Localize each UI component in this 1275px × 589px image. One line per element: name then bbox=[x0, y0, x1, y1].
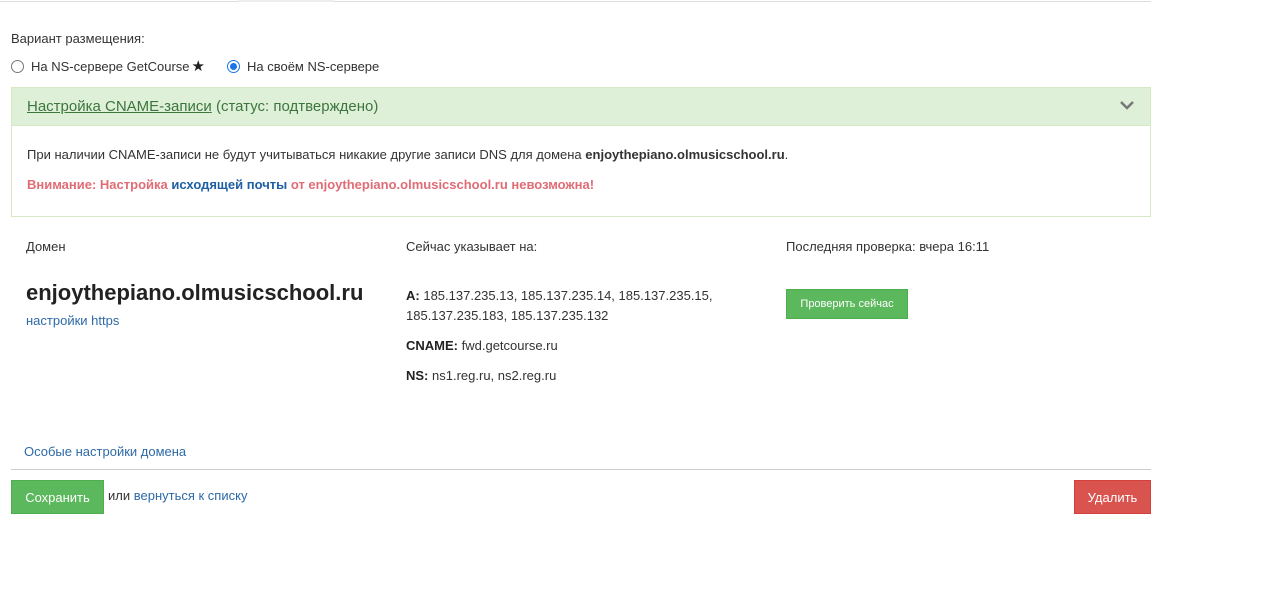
cname-panel-header[interactable]: Настройка CNAME-записи (статус: подтверж… bbox=[12, 88, 1150, 126]
footer-divider bbox=[11, 469, 1151, 470]
dns-ns-value: ns1.reg.ru, ns2.reg.ru bbox=[432, 368, 557, 383]
radio-own-ns[interactable] bbox=[226, 59, 240, 73]
back-to-list-text: или вернуться к списку bbox=[108, 488, 247, 503]
star-icon: ★ bbox=[191, 58, 205, 75]
radio-own-label[interactable]: На своём NS-сервере bbox=[247, 59, 379, 74]
mail-warning-suffix: от enjoythepiano.olmusicschool.ru невозм… bbox=[287, 177, 595, 192]
cname-panel: Настройка CNAME-записи (статус: подтверж… bbox=[11, 87, 1151, 217]
or-text: или bbox=[108, 488, 134, 503]
mail-warning-prefix: Внимание: Настройка bbox=[27, 177, 172, 192]
dns-ns-record: NS: ns1.reg.ru, ns2.reg.ru bbox=[406, 366, 736, 386]
delete-button[interactable]: Удалить bbox=[1074, 480, 1151, 514]
dns-a-value: 185.137.235.13, 185.137.235.14, 185.137.… bbox=[406, 288, 713, 323]
dns-ns-label: NS: bbox=[406, 368, 429, 383]
cname-status-text: (статус: подтверждено) bbox=[215, 98, 379, 115]
mail-warning: Внимание: Настройка исходящей почты от e… bbox=[27, 176, 1135, 193]
dns-a-record: A: 185.137.235.13, 185.137.235.14, 185.1… bbox=[406, 286, 736, 326]
dns-a-label: A: bbox=[406, 288, 420, 303]
cname-info-suffix: . bbox=[784, 147, 789, 162]
placement-label: Вариант размещения: bbox=[11, 31, 145, 46]
domain-name: enjoythepiano.olmusicschool.ru bbox=[26, 280, 364, 305]
domain-column-label: Домен bbox=[26, 239, 66, 254]
chevron-down-icon[interactable] bbox=[1120, 100, 1134, 110]
cname-panel-body: При наличии CNAME-записи не будут учитыв… bbox=[12, 126, 1150, 193]
top-tab-edge bbox=[238, 0, 334, 2]
save-button[interactable]: Сохранить bbox=[11, 480, 104, 514]
last-check-label: Последняя проверка: вчера 16:11 bbox=[786, 239, 990, 254]
dns-cname-label: CNAME: bbox=[406, 338, 458, 353]
cname-settings-link[interactable]: Настройка CNAME-записи bbox=[27, 98, 212, 115]
cname-status: (статус: подтверждено) bbox=[212, 98, 379, 115]
radio-own-option[interactable]: На своём NS-сервере bbox=[226, 59, 379, 74]
radio-getcourse-ns[interactable] bbox=[11, 59, 24, 73]
dns-column-label: Сейчас указывает на: bbox=[406, 239, 538, 254]
check-now-button[interactable]: Проверить сейчас bbox=[786, 289, 908, 319]
dns-cname-record: CNAME: fwd.getcourse.ru bbox=[406, 336, 736, 356]
dns-cname-value: fwd.getcourse.ru bbox=[461, 338, 558, 353]
special-domain-settings-link[interactable]: Особые настройки домена bbox=[24, 444, 186, 459]
outgoing-mail-link[interactable]: исходящей почты bbox=[171, 177, 287, 192]
top-divider bbox=[0, 1, 1151, 2]
cname-info: При наличии CNAME-записи не будут учитыв… bbox=[27, 146, 1135, 163]
cname-info-prefix: При наличии CNAME-записи не будут учитыв… bbox=[27, 147, 586, 162]
radio-getcourse-label[interactable]: На NS-сервере GetCourse bbox=[31, 59, 190, 74]
placement-radio-group: На NS-сервере GetCourse ★ На своём NS-се… bbox=[11, 57, 379, 75]
dns-records: A: 185.137.235.13, 185.137.235.14, 185.1… bbox=[406, 286, 736, 396]
back-to-list-link[interactable]: вернуться к списку bbox=[134, 488, 248, 503]
https-settings-link[interactable]: настройки https bbox=[26, 313, 119, 328]
cname-info-domain: enjoythepiano.olmusicschool.ru bbox=[585, 147, 785, 162]
